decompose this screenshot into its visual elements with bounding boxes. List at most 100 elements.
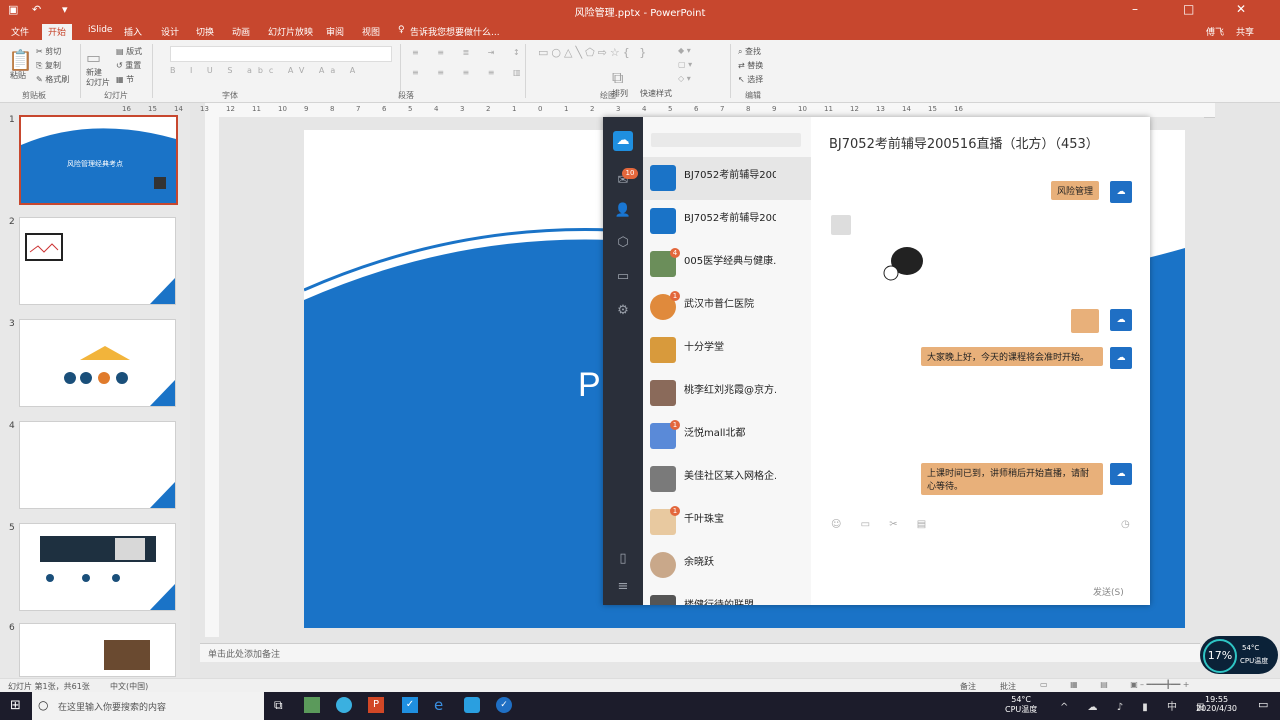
tab-slideshow[interactable]: 幻灯片放映 — [268, 25, 313, 38]
conversation-item[interactable]: 1 武汉市普仁医院 — [643, 286, 811, 329]
conversation-item[interactable]: 4 005医学经典与健康... — [643, 243, 811, 286]
replace-button[interactable]: ⇄ 替换 — [738, 60, 763, 71]
taskbar-app-icon[interactable] — [304, 697, 320, 713]
taskbar-app-icon[interactable]: ✓ — [496, 697, 512, 713]
tab-animations[interactable]: 动画 — [232, 25, 250, 38]
conversation-name: 泛悦mall北都 — [684, 428, 746, 439]
conversation-name: 楼健行待的联盟 — [684, 596, 776, 605]
font-format-buttons[interactable]: B I U S abc AV Aa A — [170, 66, 361, 75]
conversation-list[interactable]: BJ7052考前辅导200... BJ7052考前辅导200... 4 005医… — [643, 117, 811, 605]
paragraph-buttons[interactable]: ≡ ≡ ≣ ⇥ ↕ — [412, 48, 528, 57]
divider — [152, 44, 153, 98]
phone-icon[interactable]: ▯ — [613, 549, 633, 569]
conversation-item[interactable]: 余晓跃 — [643, 544, 811, 587]
powerpoint-icon[interactable]: P — [368, 697, 384, 713]
cloud-icon[interactable]: ☁ — [613, 131, 633, 151]
paste-button[interactable]: 粘贴 — [10, 70, 26, 81]
slide-counter: 幻灯片 第1张，共61张 — [8, 682, 90, 691]
conversation-item[interactable]: 桃李红刘兆霞@京方... — [643, 372, 811, 415]
slide-thumb-6[interactable] — [19, 623, 176, 677]
conversation-item[interactable]: 美佳社区某入网格企... — [643, 458, 811, 501]
cut-button[interactable]: ✂ 剪切 — [36, 46, 61, 57]
taskbar-app-icon[interactable]: ✓ — [402, 697, 418, 713]
view-buttons[interactable]: ▭ ▦ ▤ ▣ — [1040, 680, 1148, 689]
font-family-select[interactable] — [170, 46, 392, 62]
select-button[interactable]: ↖ 选择 — [738, 74, 763, 85]
user-name[interactable]: 傅飞 — [1206, 25, 1224, 38]
tab-design[interactable]: 设计 — [161, 25, 179, 38]
conversation-item[interactable]: 1 泛悦mall北都 — [643, 415, 811, 458]
menu-icon[interactable]: ≡ — [613, 577, 633, 597]
conversation-item[interactable]: 十分学堂 — [643, 329, 811, 372]
contacts-icon[interactable]: 👤 — [613, 201, 633, 221]
chat-window[interactable]: ☁ ✉ 10 👤 ⬡ ▭ ⚙ ▯ ≡ BJ7052考前辅导200... BJ70… — [603, 117, 1150, 605]
conversation-item[interactable]: 1 千叶珠宝 — [643, 501, 811, 544]
slide-thumb-2[interactable] — [19, 217, 176, 305]
conversation-item[interactable]: BJ7052考前辅导200... — [643, 200, 811, 243]
brush-icon: ✎ — [36, 75, 43, 84]
tab-view[interactable]: 视图 — [362, 25, 380, 38]
taskbar-search-box[interactable]: ○ 在这里输入你要搜索的内容 — [32, 692, 264, 720]
close-icon[interactable]: ✕ — [1236, 2, 1246, 16]
tab-file[interactable]: 文件 — [11, 25, 29, 38]
windows-start-icon[interactable]: ⊞ — [10, 698, 21, 713]
folder-icon[interactable]: ▭ — [613, 267, 633, 287]
cpu-monitor-widget[interactable]: 17% 54°C CPU温度 — [1200, 636, 1278, 674]
language-indicator[interactable]: 中文(中国) — [110, 681, 148, 692]
tab-transitions[interactable]: 切换 — [196, 25, 214, 38]
notes-pane[interactable]: 单击此处添加备注 — [200, 643, 1200, 662]
reset-button[interactable]: ↺ 重置 — [116, 60, 141, 71]
history-icon[interactable]: ◷ — [1121, 519, 1130, 530]
taskbar-app-icon[interactable] — [464, 697, 480, 713]
find-button[interactable]: ⌕ 查找 — [738, 46, 761, 57]
slide-thumb-4[interactable] — [19, 421, 176, 509]
chat-panel[interactable]: BJ7052考前辅导200516直播（北方）（453） 风险管理 ☁ ☁ 大家晚… — [811, 117, 1150, 605]
shape-effects-button[interactable]: ◇ ▾ — [678, 74, 691, 83]
ruler-tick: 8 — [330, 105, 335, 113]
search-input[interactable] — [651, 133, 801, 147]
tab-home[interactable]: 开始 — [42, 24, 73, 41]
format-painter-button[interactable]: ✎ 格式刷 — [36, 74, 69, 85]
layout-button[interactable]: ▤ 版式 — [116, 46, 142, 57]
slide-thumb-1[interactable]: 风险管理经典考点 — [19, 115, 178, 205]
alignment-buttons[interactable]: ≡ ≡ ≡ ≡ ▥ — [412, 68, 529, 77]
edge-icon[interactable]: e — [434, 696, 443, 714]
new-slide-icon[interactable]: ▭ — [86, 48, 101, 67]
tab-review[interactable]: 审阅 — [326, 25, 344, 38]
new-slide-button[interactable]: 新建 幻灯片 — [86, 68, 110, 88]
chat-toolbar[interactable]: ☺ ▭ ✂ ▤ — [831, 519, 934, 530]
clock[interactable]: 19:55 2020/4/30 — [1196, 695, 1237, 713]
clock-time: 19:55 — [1204, 695, 1229, 704]
notes-button[interactable]: 备注 — [960, 681, 976, 692]
slide-thumbnails-pane[interactable]: 1 风险管理经典考点 2 3 4 5 6 — [0, 103, 190, 678]
select-label: 选择 — [747, 75, 764, 84]
tab-insert[interactable]: 插入 — [124, 25, 142, 38]
slide-thumb-5[interactable] — [19, 523, 176, 611]
notification-icon[interactable]: ▭ — [1258, 698, 1268, 711]
quick-styles-button[interactable]: 快速样式 — [640, 88, 672, 99]
conversation-item[interactable]: 楼健行待的联盟 — [643, 587, 811, 605]
tray-icons[interactable]: ^ ☁ ♪ ▮ 中 ⊞ — [1060, 698, 1213, 713]
conversation-item[interactable]: BJ7052考前辅导200... — [643, 157, 811, 200]
minimize-icon[interactable]: – — [1132, 2, 1138, 16]
task-view-icon[interactable]: ⧉ — [274, 698, 283, 713]
paste-icon[interactable]: 📋 — [8, 48, 33, 72]
slide-thumb-3[interactable] — [19, 319, 176, 407]
shape-outline-button[interactable]: ▢ ▾ — [678, 60, 692, 69]
ruler-tick: 5 — [408, 105, 413, 113]
section-button[interactable]: ▦ 节 — [116, 74, 134, 85]
gear-icon[interactable]: ⚙ — [613, 301, 633, 321]
shape-fill-button[interactable]: ◆ ▾ — [678, 46, 691, 55]
tell-me-box[interactable]: 告诉我您想要做什么... — [410, 25, 500, 38]
send-button[interactable]: 发送(S) — [1093, 585, 1124, 598]
copy-button[interactable]: ⎘ 复制 — [36, 60, 61, 71]
taskbar-chat-app-icon[interactable] — [336, 697, 352, 713]
comments-button[interactable]: 批注 — [1000, 681, 1016, 692]
shapes-gallery[interactable]: ▭○△╲⬠⇨☆{ } — [538, 46, 649, 59]
maximize-icon[interactable]: □ — [1183, 2, 1194, 16]
zoom-slider[interactable]: – ━━━━╋━━ + — [1140, 680, 1190, 689]
tab-islide[interactable]: iSlide — [88, 25, 112, 35]
cube-icon[interactable]: ⬡ — [613, 233, 633, 253]
share-button[interactable]: 共享 — [1236, 25, 1254, 38]
arrange-icon[interactable]: ⧉ — [612, 68, 623, 88]
